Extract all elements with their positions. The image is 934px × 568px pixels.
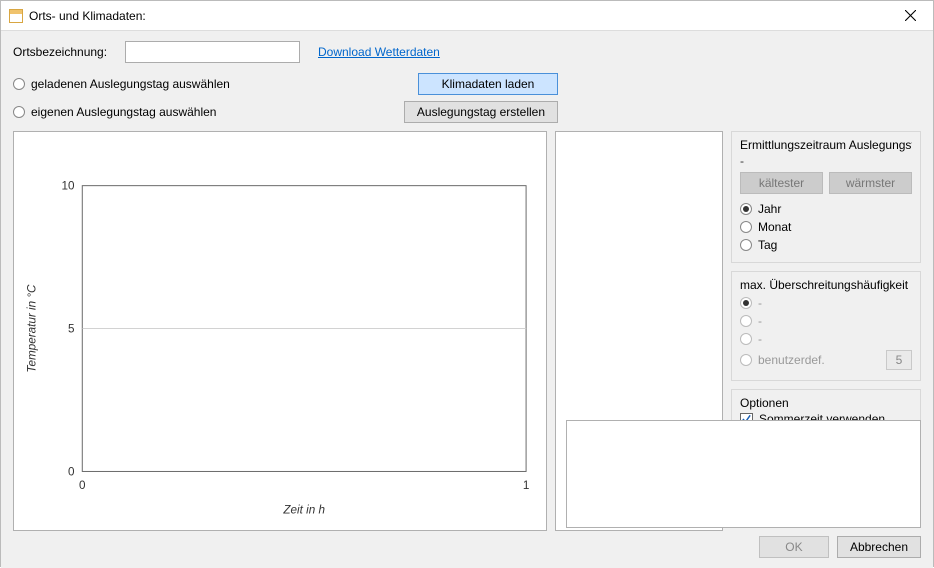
svg-text:1: 1 [523, 479, 530, 492]
period-title: Ermittlungszeitraum Auslegungstag [740, 138, 912, 152]
period-panel: Ermittlungszeitraum Auslegungstag - kält… [731, 131, 921, 263]
warmest-button[interactable]: wärmster [829, 172, 912, 194]
radio-period-label: Monat [758, 220, 791, 234]
log-output[interactable] [566, 420, 921, 528]
app-icon [9, 9, 23, 23]
radio-exceed-label: - [758, 314, 762, 328]
svg-text:Temperatur in °C: Temperatur in °C [25, 284, 38, 373]
svg-text:10: 10 [61, 180, 75, 193]
radio-icon [740, 354, 752, 366]
period-subtitle: - [740, 154, 912, 168]
radio-icon [740, 315, 752, 327]
radio-period-label: Tag [758, 238, 777, 252]
window-title: Orts- und Klimadaten: [29, 9, 146, 23]
coldest-button[interactable]: kältester [740, 172, 823, 194]
radio-exceed-0[interactable]: - [740, 296, 912, 310]
radio-period-tag[interactable]: Tag [740, 238, 912, 252]
temperature-chart: 0 5 10 0 1 Zeit in h Temperatur in °C [14, 132, 546, 530]
location-label: Ortsbezeichnung: [13, 45, 117, 59]
chart-area: 0 5 10 0 1 Zeit in h Temperatur in °C [13, 131, 547, 531]
close-button[interactable] [888, 1, 933, 31]
radio-own-day[interactable]: eigenen Auslegungstag auswählen [13, 105, 404, 119]
radio-exceed-label: - [758, 332, 762, 346]
radio-icon [740, 221, 752, 233]
load-climate-button[interactable]: Klimadaten laden [418, 73, 558, 95]
close-icon [905, 10, 916, 21]
cancel-button[interactable]: Abbrechen [837, 536, 921, 558]
location-input[interactable] [125, 41, 300, 63]
radio-icon [740, 297, 752, 309]
exceed-custom-input[interactable] [886, 350, 912, 370]
exceed-title: max. Überschreitungshäufigkeit [740, 278, 912, 292]
radio-icon [740, 333, 752, 345]
titlebar: Orts- und Klimadaten: [1, 1, 933, 31]
svg-text:0: 0 [79, 479, 86, 492]
svg-text:5: 5 [68, 322, 75, 335]
radio-icon [13, 106, 25, 118]
ok-button[interactable]: OK [759, 536, 829, 558]
radio-period-jahr[interactable]: Jahr [740, 202, 912, 216]
radio-own-day-label: eigenen Auslegungstag auswählen [31, 105, 216, 119]
exceed-panel: max. Überschreitungshäufigkeit - - - benutz… [731, 271, 921, 381]
radio-icon [740, 203, 752, 215]
radio-loaded-day-label: geladenen Auslegungstag auswählen [31, 77, 230, 91]
options-title: Optionen [740, 396, 912, 410]
radio-period-monat[interactable]: Monat [740, 220, 912, 234]
create-day-button[interactable]: Auslegungstag erstellen [404, 101, 558, 123]
radio-exceed-label: benutzerdef. [758, 353, 825, 367]
radio-exceed-2[interactable]: - [740, 332, 912, 346]
radio-loaded-day[interactable]: geladenen Auslegungstag auswählen [13, 77, 418, 91]
radio-exceed-3[interactable]: benutzerdef. [740, 350, 912, 370]
svg-text:Zeit in h: Zeit in h [282, 503, 325, 516]
radio-icon [13, 78, 25, 90]
download-weather-link[interactable]: Download Wetterdaten [318, 45, 440, 59]
radio-icon [740, 239, 752, 251]
svg-text:0: 0 [68, 465, 75, 478]
radio-exceed-label: - [758, 296, 762, 310]
radio-exceed-1[interactable]: - [740, 314, 912, 328]
radio-period-label: Jahr [758, 202, 781, 216]
